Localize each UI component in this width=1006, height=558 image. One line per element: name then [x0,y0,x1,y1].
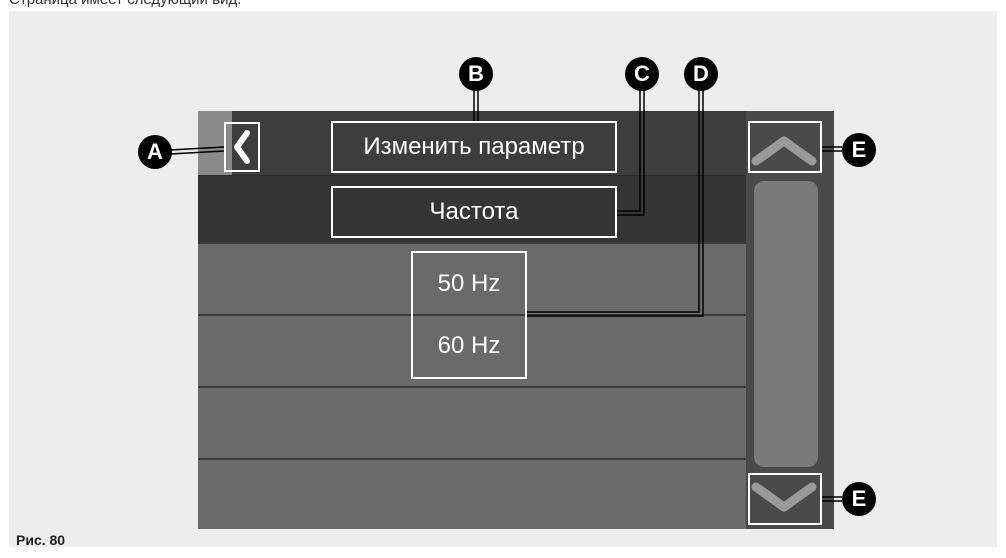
callout-e-bottom: E [842,482,876,516]
figure-caption: Рис. 80 [16,532,66,548]
callout-c: C [625,57,659,91]
callout-b: B [459,57,493,91]
leader-lines [169,88,842,502]
callout-e-top: E [842,133,876,167]
callout-d: D [684,57,718,91]
callout-a: A [138,135,172,169]
